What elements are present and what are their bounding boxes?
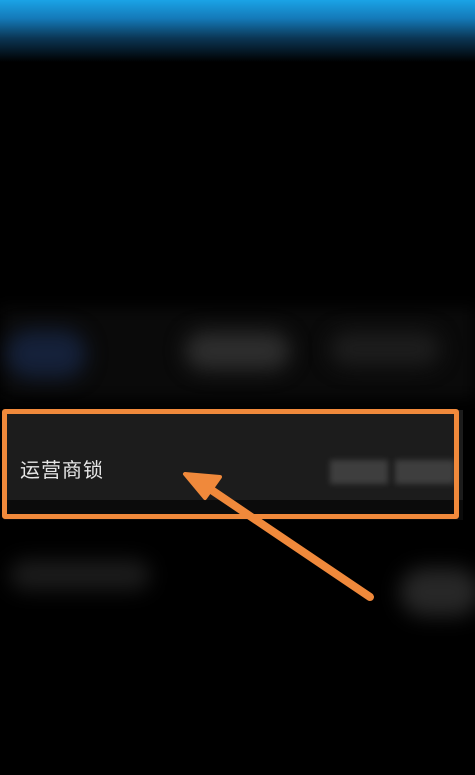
- blurred-label: [185, 332, 290, 370]
- blurred-text-below: [10, 560, 150, 590]
- status-bar-glow: [0, 0, 475, 62]
- blurred-button-below: [400, 568, 475, 616]
- phone-screen: 运营商锁: [0, 0, 475, 775]
- highlight-box: [2, 409, 459, 519]
- blurred-value: [330, 332, 440, 366]
- blurred-icon: [6, 330, 86, 378]
